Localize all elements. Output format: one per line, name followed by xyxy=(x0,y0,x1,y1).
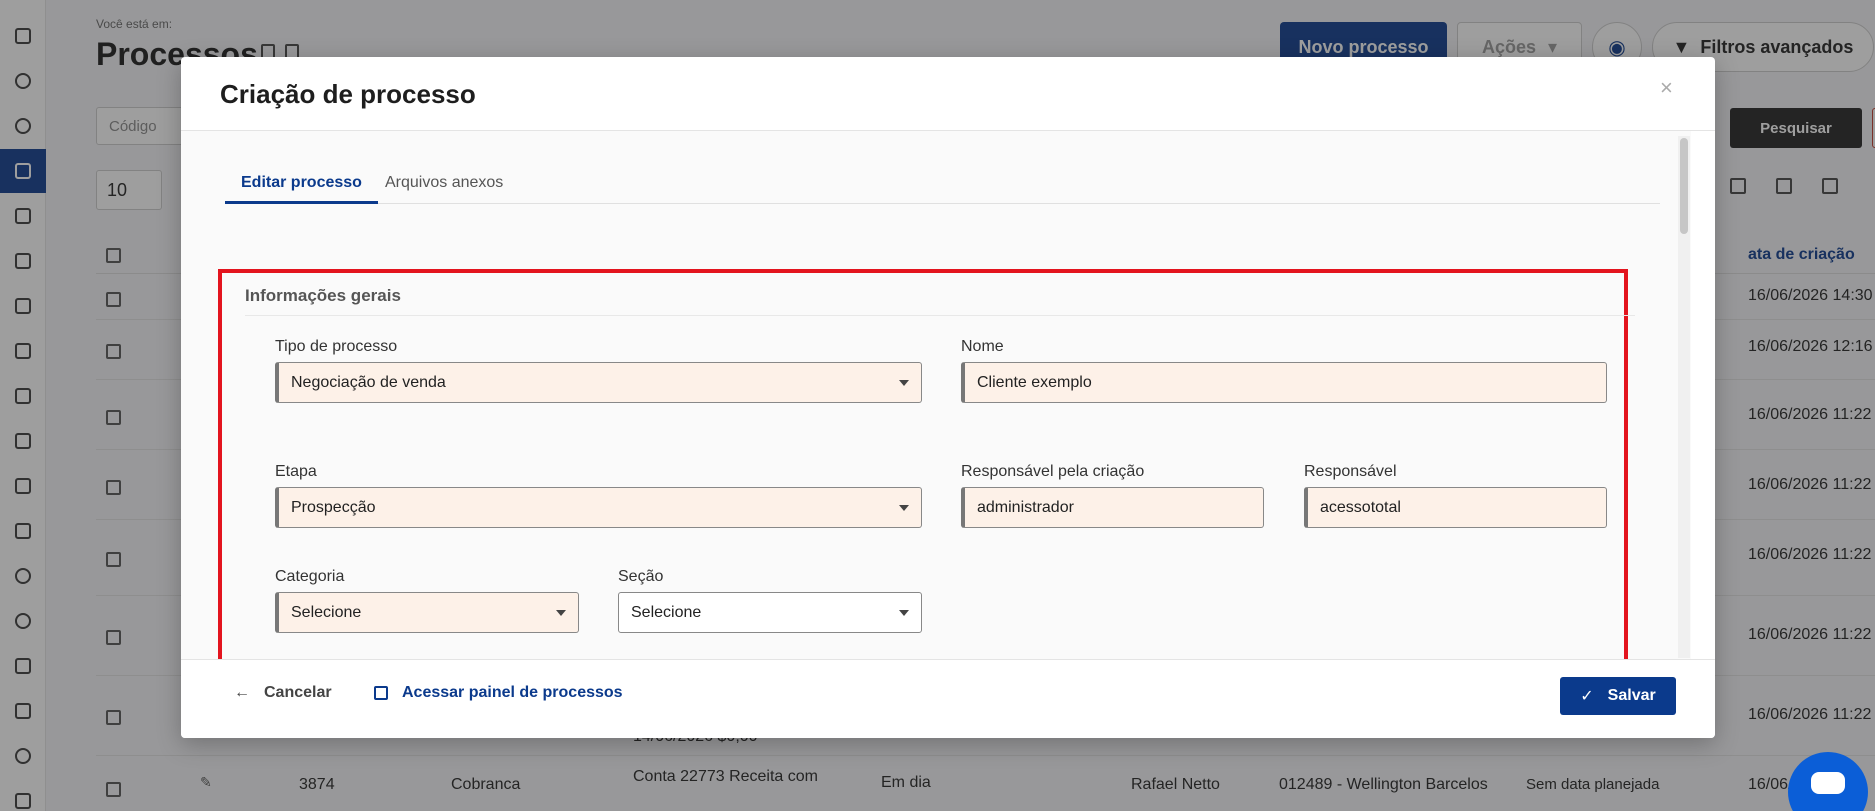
chat-icon xyxy=(1811,772,1845,794)
responsible-input[interactable]: acessototal xyxy=(1304,487,1607,528)
cancel-label: Cancelar xyxy=(264,684,332,701)
category-select[interactable]: Selecione xyxy=(275,592,579,633)
name-input[interactable]: Cliente exemplo xyxy=(961,362,1607,403)
category-value: Selecione xyxy=(291,604,362,621)
creator-input[interactable]: administrador xyxy=(961,487,1264,528)
kanban-icon xyxy=(374,686,388,700)
responsible-label: Responsável xyxy=(1304,463,1397,480)
check-icon: ✓ xyxy=(1580,688,1594,705)
caret-down-icon xyxy=(899,380,909,386)
tab-edit-process[interactable]: Editar processo xyxy=(225,164,378,204)
category-label: Categoria xyxy=(275,568,345,585)
process-type-label: Tipo de processo xyxy=(275,338,398,355)
scroll-thumb[interactable] xyxy=(1680,138,1688,234)
create-process-modal: Criação de processo × Editar processo Ar… xyxy=(181,57,1715,738)
save-button[interactable]: ✓ Salvar xyxy=(1560,677,1676,715)
name-label: Nome xyxy=(961,338,1004,355)
creator-label: Responsável pela criação xyxy=(961,463,1145,480)
stage-label: Etapa xyxy=(275,463,317,480)
close-icon[interactable]: × xyxy=(1660,75,1673,101)
process-panel-link[interactable]: Acessar painel de processos xyxy=(374,684,623,702)
panel-label: Acessar painel de processos xyxy=(402,684,623,701)
tab-attachments[interactable]: Arquivos anexos xyxy=(369,164,519,204)
caret-down-icon xyxy=(556,610,566,616)
caret-down-icon xyxy=(899,610,909,616)
section-separator xyxy=(245,315,1635,316)
arrow-left-icon: ← xyxy=(234,684,250,701)
stage-value: Prospecção xyxy=(291,499,376,516)
section-value: Selecione xyxy=(631,604,702,621)
process-type-value: Negociação de venda xyxy=(291,374,446,391)
section-label: Seção xyxy=(618,568,664,585)
process-type-select[interactable]: Negociação de venda xyxy=(275,362,922,403)
section-general-title: Informações gerais xyxy=(245,286,401,305)
modal-footer: ← Cancelar Acessar painel de processos ✓… xyxy=(181,659,1715,738)
caret-down-icon xyxy=(899,505,909,511)
modal-scrollbar[interactable] xyxy=(1678,136,1690,658)
modal-tabs: Editar processo Arquivos anexos xyxy=(225,164,1660,204)
cancel-button[interactable]: ← Cancelar xyxy=(234,684,332,702)
modal-body: Editar processo Arquivos anexos Informaç… xyxy=(181,131,1691,659)
save-label: Salvar xyxy=(1607,687,1656,704)
section-select[interactable]: Selecione xyxy=(618,592,922,633)
stage-select[interactable]: Prospecção xyxy=(275,487,922,528)
modal-title: Criação de processo xyxy=(220,79,476,109)
